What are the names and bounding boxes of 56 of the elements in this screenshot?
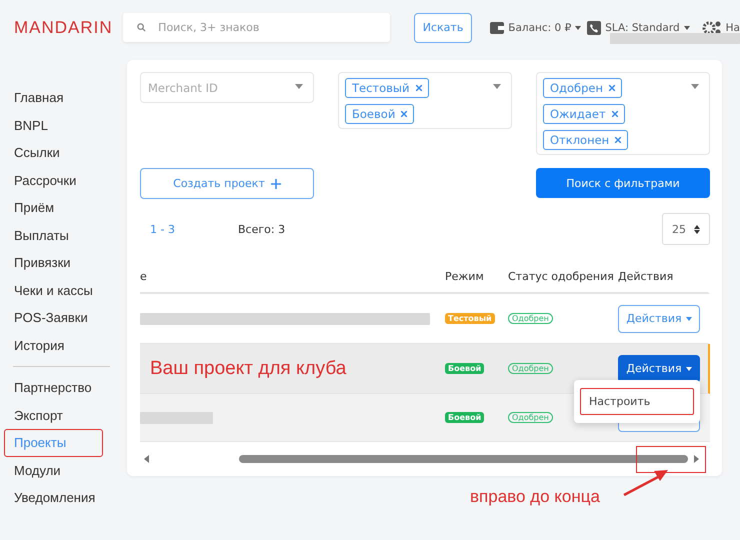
menu-item[interactable]: Настроить (580, 388, 694, 415)
sidebar-item[interactable]: Главная (4, 84, 103, 112)
caret-icon (575, 26, 582, 30)
close-icon[interactable] (615, 137, 622, 143)
sidebar-item[interactable]: Чеки и кассы (4, 276, 103, 304)
sidebar-item[interactable]: Привязки (4, 249, 103, 276)
close-icon[interactable] (416, 85, 422, 91)
caret-icon (691, 84, 699, 89)
scroll-right-icon[interactable] (694, 455, 699, 463)
sidebar-item[interactable]: Приём (4, 194, 103, 222)
close-icon[interactable] (401, 111, 408, 117)
mode-badge: Боевой (445, 412, 484, 423)
sidebar-item[interactable]: Ссылки (4, 139, 103, 166)
mode-badge: Боевой (445, 363, 484, 374)
sidebar-item[interactable]: Рассрочки (4, 166, 103, 194)
phone-icon (587, 20, 602, 34)
project-name: Ваш проект для клуба (149, 358, 348, 380)
caret-icon (295, 84, 303, 89)
status-badge: Одобрен (508, 412, 553, 423)
plus-icon (270, 178, 281, 188)
column-header: Действия (618, 270, 674, 283)
sidebar-item[interactable]: Уведомления (4, 484, 103, 512)
sidebar-item[interactable]: Экспорт (4, 402, 103, 429)
logo: MANDARIN (14, 18, 114, 38)
scroll-left-icon[interactable] (144, 455, 149, 463)
search-field[interactable]: Поиск, 3+ знаков (123, 13, 390, 42)
sla-dropdown[interactable]: SLA: Standard (605, 22, 680, 34)
scrollbar-thumb[interactable] (239, 455, 688, 463)
settings-icon (702, 20, 722, 36)
sidebar-item[interactable]: BNPL (4, 112, 103, 139)
wallet-icon (490, 22, 504, 34)
caret-icon (684, 26, 690, 30)
column-header: Режим (445, 270, 485, 283)
caret-icon (686, 366, 692, 370)
mode-badge: Тестовый (445, 313, 495, 324)
sidebar-item[interactable]: История (4, 332, 103, 359)
balance-dropdown[interactable]: Баланс: 0 ₽ (508, 22, 572, 34)
sidebar-item[interactable]: POS-Заявки (4, 304, 103, 332)
sidebar-item[interactable]: Модули (4, 456, 103, 484)
status-badge: Одобрен (508, 363, 553, 374)
total-count: Всего: 3 (238, 222, 286, 236)
close-icon[interactable] (609, 85, 616, 91)
sidebar-item[interactable]: Партнерство (4, 374, 103, 402)
sort-icon (694, 224, 700, 234)
search-filters-button[interactable]: Поиск с фильтрами (536, 168, 710, 198)
column-header: Статус одобрения (508, 270, 615, 283)
settings-label[interactable]: На (726, 22, 740, 34)
annotation-text: вправо до конца (470, 487, 600, 507)
sidebar-item[interactable]: Выплаты (4, 222, 103, 249)
actions-button[interactable]: Действия (618, 354, 700, 382)
close-icon[interactable] (612, 111, 618, 117)
caret-icon (686, 316, 692, 320)
column-header: е (140, 270, 148, 283)
caret-icon (493, 84, 501, 89)
status-badge: Одобрен (508, 313, 553, 324)
page-size-select[interactable]: 25 (662, 213, 710, 245)
